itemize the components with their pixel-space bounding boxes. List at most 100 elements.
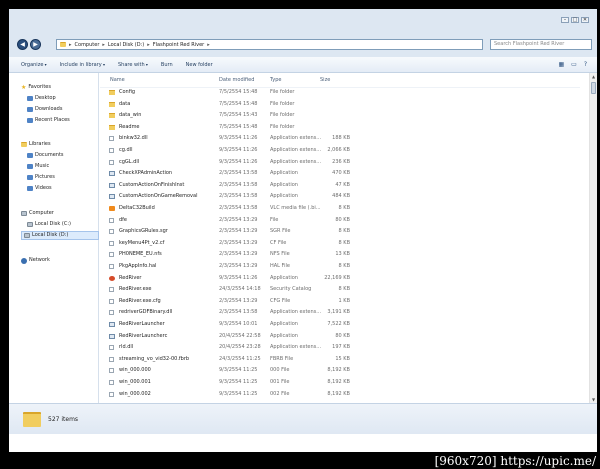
file-row[interactable]: RedRiverLauncher 9/3/2554 10:01 Applicatio…	[100, 319, 350, 331]
organize-menu[interactable]: Organize	[21, 62, 47, 68]
column-header-type[interactable]: Type	[270, 77, 281, 86]
file-type: File folder	[270, 100, 295, 107]
file-row[interactable]: CheckXPAdminAction 2/3/2554 13:58 Applicat…	[100, 168, 350, 180]
scroll-up-icon[interactable]: ▲	[590, 74, 597, 79]
file-size: 8,192 KB	[327, 390, 350, 397]
nav-computer[interactable]: Computer	[21, 209, 54, 218]
file-row[interactable]: RedRiver 9/3/2554 11:26 Application 22,169 …	[100, 273, 350, 285]
file-row[interactable]: RedRiver.exe 24/3/2554 14:18 Security Cata…	[100, 284, 350, 296]
file-row[interactable]: CustomActionOnGameRemoval 2/3/2554 13:58 A…	[100, 191, 350, 203]
close-button[interactable]: ✕	[581, 17, 589, 23]
file-row[interactable]: data 7/5/2554 15:48 File folder	[100, 99, 350, 111]
folder-icon	[109, 113, 115, 119]
minimize-button[interactable]: –	[561, 17, 569, 23]
file-row[interactable]: Config 7/5/2554 15:48 File folder	[100, 87, 350, 99]
forward-button[interactable]: ▶	[30, 39, 41, 50]
file-row[interactable]: streaming_vo_vid32-00.fbrb 24/3/2554 11:2…	[100, 354, 350, 366]
file-size: 236 KB	[332, 158, 350, 165]
file-date: 7/5/2554 15:43	[219, 112, 258, 119]
breadcrumb-local-disk-d[interactable]: Local Disk (D:)	[108, 42, 144, 48]
file-row[interactable]: win_000.000 9/3/2554 11:25 000 File 8,192 K…	[100, 365, 350, 377]
file-icon	[109, 298, 114, 304]
file-row[interactable]: RedRiverLauncherc 20/4/2554 22:58 Applicat…	[100, 331, 350, 343]
include-in-library-menu[interactable]: Include in library	[60, 62, 105, 68]
file-row[interactable]: GraphicsGRules.sgr 2/3/2554 13:29 SGR File…	[100, 226, 350, 238]
file-size: 22,169 KB	[324, 274, 350, 281]
watermark-text: [960x720] https://upic.me/	[434, 454, 596, 468]
file-row[interactable]: RedRiver.exe.cfg 2/3/2554 13:29 CFG File 1 …	[100, 296, 350, 308]
file-date: 7/5/2554 15:48	[219, 100, 258, 107]
nav-item-videos[interactable]: Videos	[27, 184, 52, 193]
drive-icon	[27, 222, 33, 227]
drive-icon	[24, 233, 30, 238]
nav-item-music[interactable]: Music	[27, 162, 49, 171]
column-header-date[interactable]: Date modified	[219, 77, 254, 86]
vertical-scrollbar[interactable]: ▲ ▼	[589, 73, 597, 403]
file-icon	[109, 217, 114, 223]
nav-favorites[interactable]: ★ Favorites	[21, 83, 51, 92]
maximize-button[interactable]: □	[571, 17, 579, 23]
nav-item-documents[interactable]: Documents	[27, 151, 64, 160]
file-name: RedRiver.exe.cfg	[119, 297, 161, 304]
file-type: HAL File	[270, 263, 290, 269]
file-icon	[109, 391, 114, 397]
back-button[interactable]: ◀	[17, 39, 28, 50]
file-name: cgGL.dll	[119, 158, 140, 165]
file-row[interactable]: DeltaC32Build 2/3/2554 13:58 VLC media fil…	[100, 203, 350, 215]
file-type: File folder	[270, 112, 295, 119]
nav-libraries[interactable]: Libraries	[21, 140, 51, 149]
file-icon	[109, 287, 114, 293]
file-type: Security Catalog	[270, 286, 312, 293]
nav-network[interactable]: Network	[21, 256, 50, 265]
burn-button[interactable]: Burn	[161, 62, 173, 68]
nav-item-local-disk-c[interactable]: Local Disk (C:)	[27, 220, 71, 229]
file-date: 24/3/2554 14:18	[219, 286, 261, 293]
share-with-menu[interactable]: Share with	[118, 62, 148, 68]
file-row[interactable]: keyMenu4Pt_v2.cf 2/3/2554 13:29 CF File 8 K…	[100, 238, 350, 250]
network-icon	[21, 257, 27, 264]
file-row[interactable]: win_000.002 9/3/2554 11:25 002 File 8,192 K…	[100, 389, 350, 401]
scrollbar-thumb[interactable]	[591, 82, 596, 94]
address-bar[interactable]: ▸ Computer ▸ Local Disk (D:) ▸ Flashpoin…	[56, 39, 483, 50]
file-date: 9/3/2554 11:25	[219, 367, 258, 374]
file-size: 1 KB	[338, 297, 350, 304]
file-name: dfe	[119, 216, 128, 223]
file-row[interactable]: cg.dll 9/3/2554 11:26 Application extens..…	[100, 145, 350, 157]
column-header-size[interactable]: Size	[320, 77, 330, 86]
star-icon: ★	[21, 84, 27, 91]
nav-item-recent-places[interactable]: Recent Places	[27, 116, 70, 125]
help-icon[interactable]: ?	[584, 61, 587, 68]
preview-pane-icon[interactable]: ▭	[571, 61, 577, 68]
file-date: 2/3/2554 13:58	[219, 205, 258, 211]
breadcrumb-flashpoint[interactable]: Flashpoint Red River	[153, 42, 205, 48]
file-row[interactable]: cgGL.dll 9/3/2554 11:26 Application extens…	[100, 157, 350, 169]
breadcrumb-chevron-icon: ▸	[69, 41, 72, 48]
file-row[interactable]: redriverGDFBinary.dll 2/3/2554 13:58 Appli…	[100, 307, 350, 319]
file-row[interactable]: binkw32.dll 9/3/2554 11:26 Application ext…	[100, 133, 350, 145]
file-name: CustomActionOnGameRemoval	[119, 193, 198, 200]
file-size: 7,522 KB	[327, 321, 350, 327]
nav-item-desktop[interactable]: Desktop	[27, 94, 56, 103]
file-row[interactable]: rld.dll 20/4/2554 23:28 Application extens…	[100, 342, 350, 354]
view-icon[interactable]: ▦	[558, 61, 564, 68]
details-pane: 527 items	[9, 403, 597, 434]
breadcrumb-computer[interactable]: Computer	[75, 42, 100, 48]
nav-item-local-disk-d[interactable]: Local Disk (D:)	[21, 231, 99, 240]
file-row[interactable]: data_win 7/5/2554 15:43 File folder	[100, 110, 350, 122]
nav-item-pictures[interactable]: Pictures	[27, 173, 55, 182]
file-row[interactable]: PkgAppInfo.hal 2/3/2554 13:29 HAL File 8 KB	[100, 261, 350, 273]
file-name: binkw32.dll	[119, 135, 148, 142]
toolbar-right: ▦ ▭ ?	[558, 61, 587, 68]
file-row[interactable]: CustomActionOnFinishInst 2/3/2554 13:58 Ap…	[100, 180, 350, 192]
new-folder-button[interactable]: New folder	[186, 62, 213, 68]
file-row[interactable]: PH0NEME_EU.nfs 2/3/2554 13:29 NFS File 13 K…	[100, 249, 350, 261]
nav-item-downloads[interactable]: Downloads	[27, 105, 62, 114]
file-row[interactable]: win_000.001 9/3/2554 11:25 001 File 8,192 K…	[100, 377, 350, 389]
nav-network-label: Network	[29, 257, 50, 263]
search-input[interactable]: Search Flashpoint Red River	[490, 39, 592, 50]
file-row[interactable]: Readme 7/5/2554 15:48 File folder	[100, 122, 350, 134]
file-row[interactable]: dfe 2/3/2554 13:29 File 80 KB	[100, 215, 350, 227]
scroll-down-icon[interactable]: ▼	[590, 397, 597, 402]
column-header-name[interactable]: Name	[110, 77, 125, 86]
application-icon	[109, 194, 115, 200]
